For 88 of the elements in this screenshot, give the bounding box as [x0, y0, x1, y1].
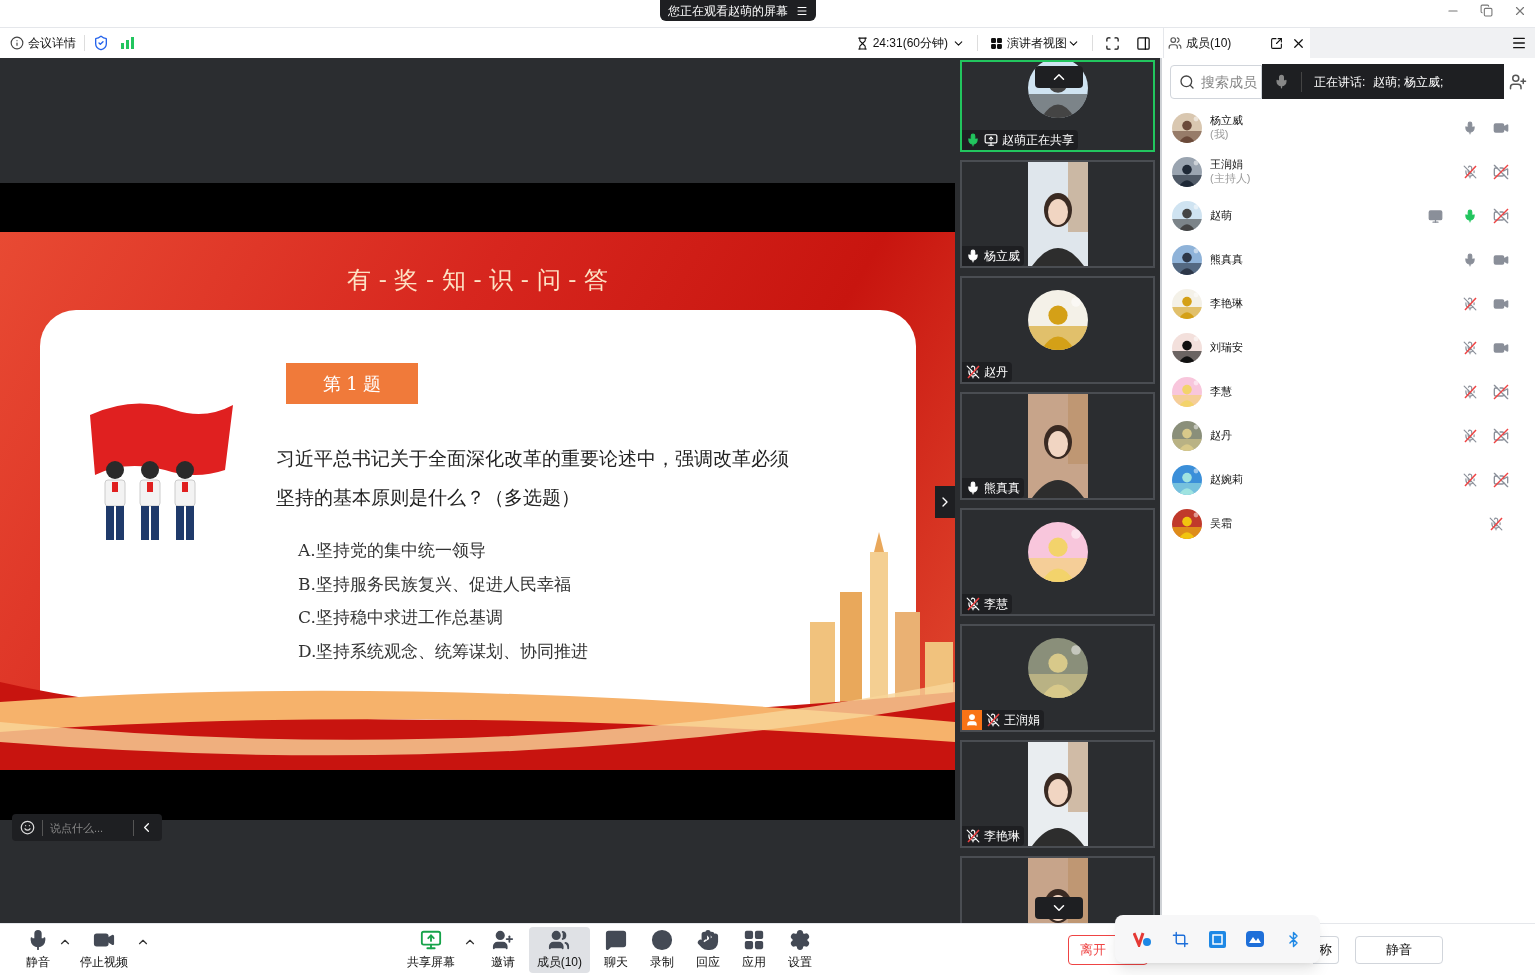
app-icon[interactable]: [1208, 930, 1226, 948]
hourglass-icon: [855, 36, 869, 50]
member-row[interactable]: 刘瑞安: [1162, 326, 1535, 370]
mute-all-button[interactable]: 静音: [1355, 936, 1443, 964]
search-icon: [1179, 74, 1195, 90]
member-row[interactable]: 李艳琳: [1162, 282, 1535, 326]
grid-icon: [743, 928, 765, 951]
layout-icon: [990, 36, 1003, 50]
gear-icon: [789, 928, 811, 951]
crop-icon[interactable]: [1171, 930, 1189, 948]
question-number: 第 1 题: [286, 363, 418, 404]
chat-input[interactable]: 说点什么...: [12, 814, 162, 841]
member-row[interactable]: 李慧: [1162, 370, 1535, 414]
question-text: 坚持的基本原则是什么？（多选题）: [276, 484, 581, 510]
member-name: 熊真真: [1210, 253, 1243, 267]
record-icon: [651, 928, 673, 951]
share-screen-icon: [419, 928, 442, 951]
member-name: 吴霜: [1210, 517, 1232, 531]
member-name: 李艳琳: [1210, 297, 1243, 311]
toolbar-button[interactable]: 录制: [642, 926, 682, 973]
fullscreen-icon[interactable]: [1105, 35, 1120, 51]
add-user-icon: [491, 928, 514, 951]
menu-icon[interactable]: [1511, 35, 1527, 51]
participant-name: 熊真真: [984, 480, 1020, 497]
member-row[interactable]: 赵婉莉: [1162, 458, 1535, 502]
toolbar-button[interactable]: 静音: [18, 926, 58, 973]
view-button[interactable]: 演讲者视图: [1007, 34, 1067, 52]
slide-title: 有 - 奖 - 知 - 识 - 问 - 答: [346, 265, 609, 296]
answer-option: D.坚持系统观念、统筹谋划、协同推进: [298, 638, 589, 664]
participant-name: 李慧: [984, 596, 1008, 613]
answer-option: A.坚持党的集中统一领导: [298, 538, 589, 564]
member-row[interactable]: 熊真真: [1162, 238, 1535, 282]
member-row[interactable]: 杨立威 (我): [1162, 106, 1535, 150]
answer-option: C.坚持稳中求进工作总基调: [298, 605, 589, 631]
toolbar-button[interactable]: 邀请: [482, 926, 523, 973]
member-name: 杨立威: [1210, 114, 1243, 128]
scroll-up-button[interactable]: [1035, 66, 1083, 88]
member-name: 赵丹: [1210, 429, 1232, 443]
participant-name: 王润娟: [1004, 712, 1040, 729]
speaking-label: 正在讲话:: [1314, 73, 1366, 91]
member-row[interactable]: 吴霜: [1162, 502, 1535, 546]
emoji-icon[interactable]: [20, 820, 35, 835]
hand-icon: [697, 928, 719, 951]
cloud-app-icon[interactable]: [1246, 931, 1265, 947]
toolbar-button[interactable]: 回应: [688, 926, 728, 973]
member-row[interactable]: 赵萌: [1162, 194, 1535, 238]
answer-option: B.坚持服务民族复兴、促进人民幸福: [298, 571, 589, 597]
toolbar-button[interactable]: 设置: [780, 926, 820, 973]
toolbar-button[interactable]: 共享屏幕: [398, 926, 463, 973]
scroll-down-button[interactable]: [1035, 897, 1083, 919]
banner-text: 您正在观看赵萌的屏幕: [667, 2, 788, 20]
member-name: 刘瑞安: [1210, 341, 1243, 355]
next-button[interactable]: [935, 486, 955, 518]
member-row[interactable]: 赵丹: [1162, 414, 1535, 458]
participant-name: 赵萌正在共享: [1002, 132, 1074, 149]
signal-icon: [121, 37, 135, 49]
v-logo-icon[interactable]: [1133, 931, 1152, 947]
toolbar-button[interactable]: 聊天: [596, 926, 636, 973]
toolbar-button[interactable]: 停止视频: [72, 926, 136, 973]
participant-name: 赵丹: [984, 364, 1008, 381]
member-name: 李慧: [1210, 385, 1232, 399]
timer-button[interactable]: 24:31(60分钟): [872, 34, 948, 52]
participant-name: 杨立威: [984, 248, 1020, 265]
info-icon: [10, 36, 24, 50]
mic-icon: [1274, 74, 1289, 89]
member-role: (主持人): [1210, 172, 1251, 186]
menu-icon[interactable]: [795, 4, 808, 17]
restore-icon[interactable]: [1480, 4, 1493, 17]
speaking-names: 赵萌; 杨立威;: [1373, 73, 1444, 91]
member-role: (我): [1210, 128, 1230, 142]
panel-toggle-icon[interactable]: [1136, 35, 1151, 51]
shield-icon: [93, 35, 109, 51]
question-text: 习近平总书记关于全面深化改革的重要论述中，强调改革必须: [276, 446, 789, 471]
toolbar-button[interactable]: 成员(10): [528, 926, 590, 973]
people-icon: [1168, 36, 1182, 50]
participant-name: 李艳琳: [984, 828, 1020, 845]
toolbar-button[interactable]: 应用: [734, 926, 774, 973]
search-field[interactable]: 搜索成员: [1170, 65, 1262, 99]
member-name: 赵婉莉: [1210, 473, 1243, 487]
pop-out-icon[interactable]: [1270, 36, 1283, 50]
member-name: 赵萌: [1210, 209, 1232, 223]
meeting-info-button[interactable]: 会议详情: [28, 34, 76, 52]
member-name: 王润娟: [1210, 158, 1244, 172]
chat-icon: [605, 928, 627, 951]
people-icon: [548, 928, 571, 951]
member-row[interactable]: 王润娟 (主持人): [1162, 150, 1535, 194]
invite-icon[interactable]: [1509, 73, 1527, 91]
panel-title: 成员(10): [1186, 35, 1232, 52]
